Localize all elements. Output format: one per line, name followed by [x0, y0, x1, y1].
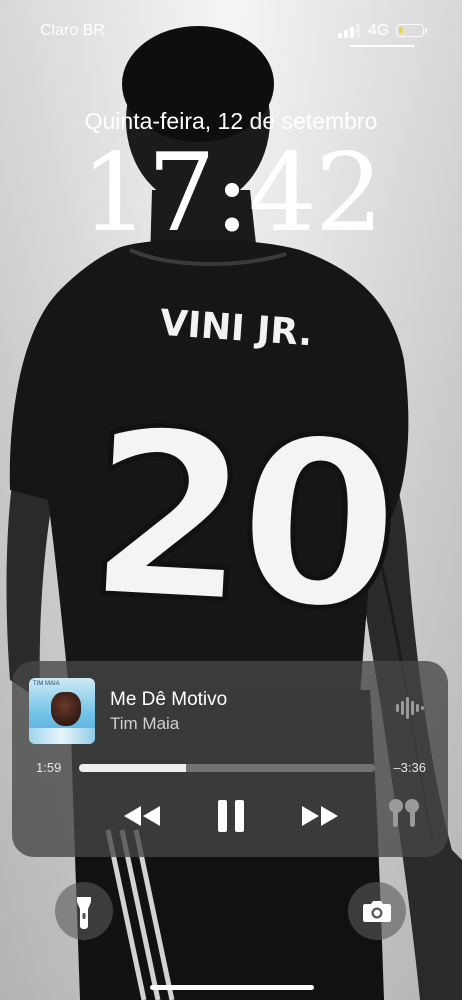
waveform-icon[interactable] — [396, 697, 424, 719]
audio-output-button[interactable] — [386, 796, 422, 832]
song-title[interactable]: Me Dê Motivo — [110, 689, 227, 711]
remaining-time: –3:36 — [393, 760, 426, 775]
album-artwork[interactable]: TIM MAIA — [29, 678, 95, 744]
elapsed-time: 1:59 — [36, 760, 62, 775]
battery-level — [399, 27, 403, 33]
status-bar: Claro BR 4G — [0, 0, 462, 60]
flashlight-icon — [77, 897, 91, 929]
camera-icon — [363, 901, 391, 922]
fast-forward-icon — [302, 806, 338, 826]
carrier-label: Claro BR — [40, 22, 105, 39]
progress-fill — [79, 764, 186, 772]
rewind-icon — [124, 806, 160, 826]
home-indicator[interactable] — [150, 985, 314, 990]
artwork-text: TIM MAIA — [33, 681, 60, 687]
network-label: 4G — [368, 22, 390, 39]
now-playing-widget[interactable]: TIM MAIA Me Dê Motivo Tim Maia 1:59 –3:3… — [12, 661, 448, 857]
flashlight-button[interactable] — [55, 882, 113, 940]
battery-icon — [396, 24, 427, 37]
fast-forward-button[interactable] — [300, 805, 340, 827]
jersey-number: 20 — [82, 380, 396, 662]
artist-name[interactable]: Tim Maia — [110, 714, 179, 734]
status-underline — [350, 45, 414, 47]
pause-icon — [218, 800, 244, 832]
airpods-icon — [389, 799, 419, 827]
pause-button[interactable] — [214, 799, 248, 833]
progress-slider[interactable] — [79, 764, 375, 772]
camera-button[interactable] — [348, 882, 406, 940]
signal-icon — [338, 24, 362, 38]
lock-time: 17:42 — [80, 131, 383, 256]
rewind-button[interactable] — [122, 805, 162, 827]
